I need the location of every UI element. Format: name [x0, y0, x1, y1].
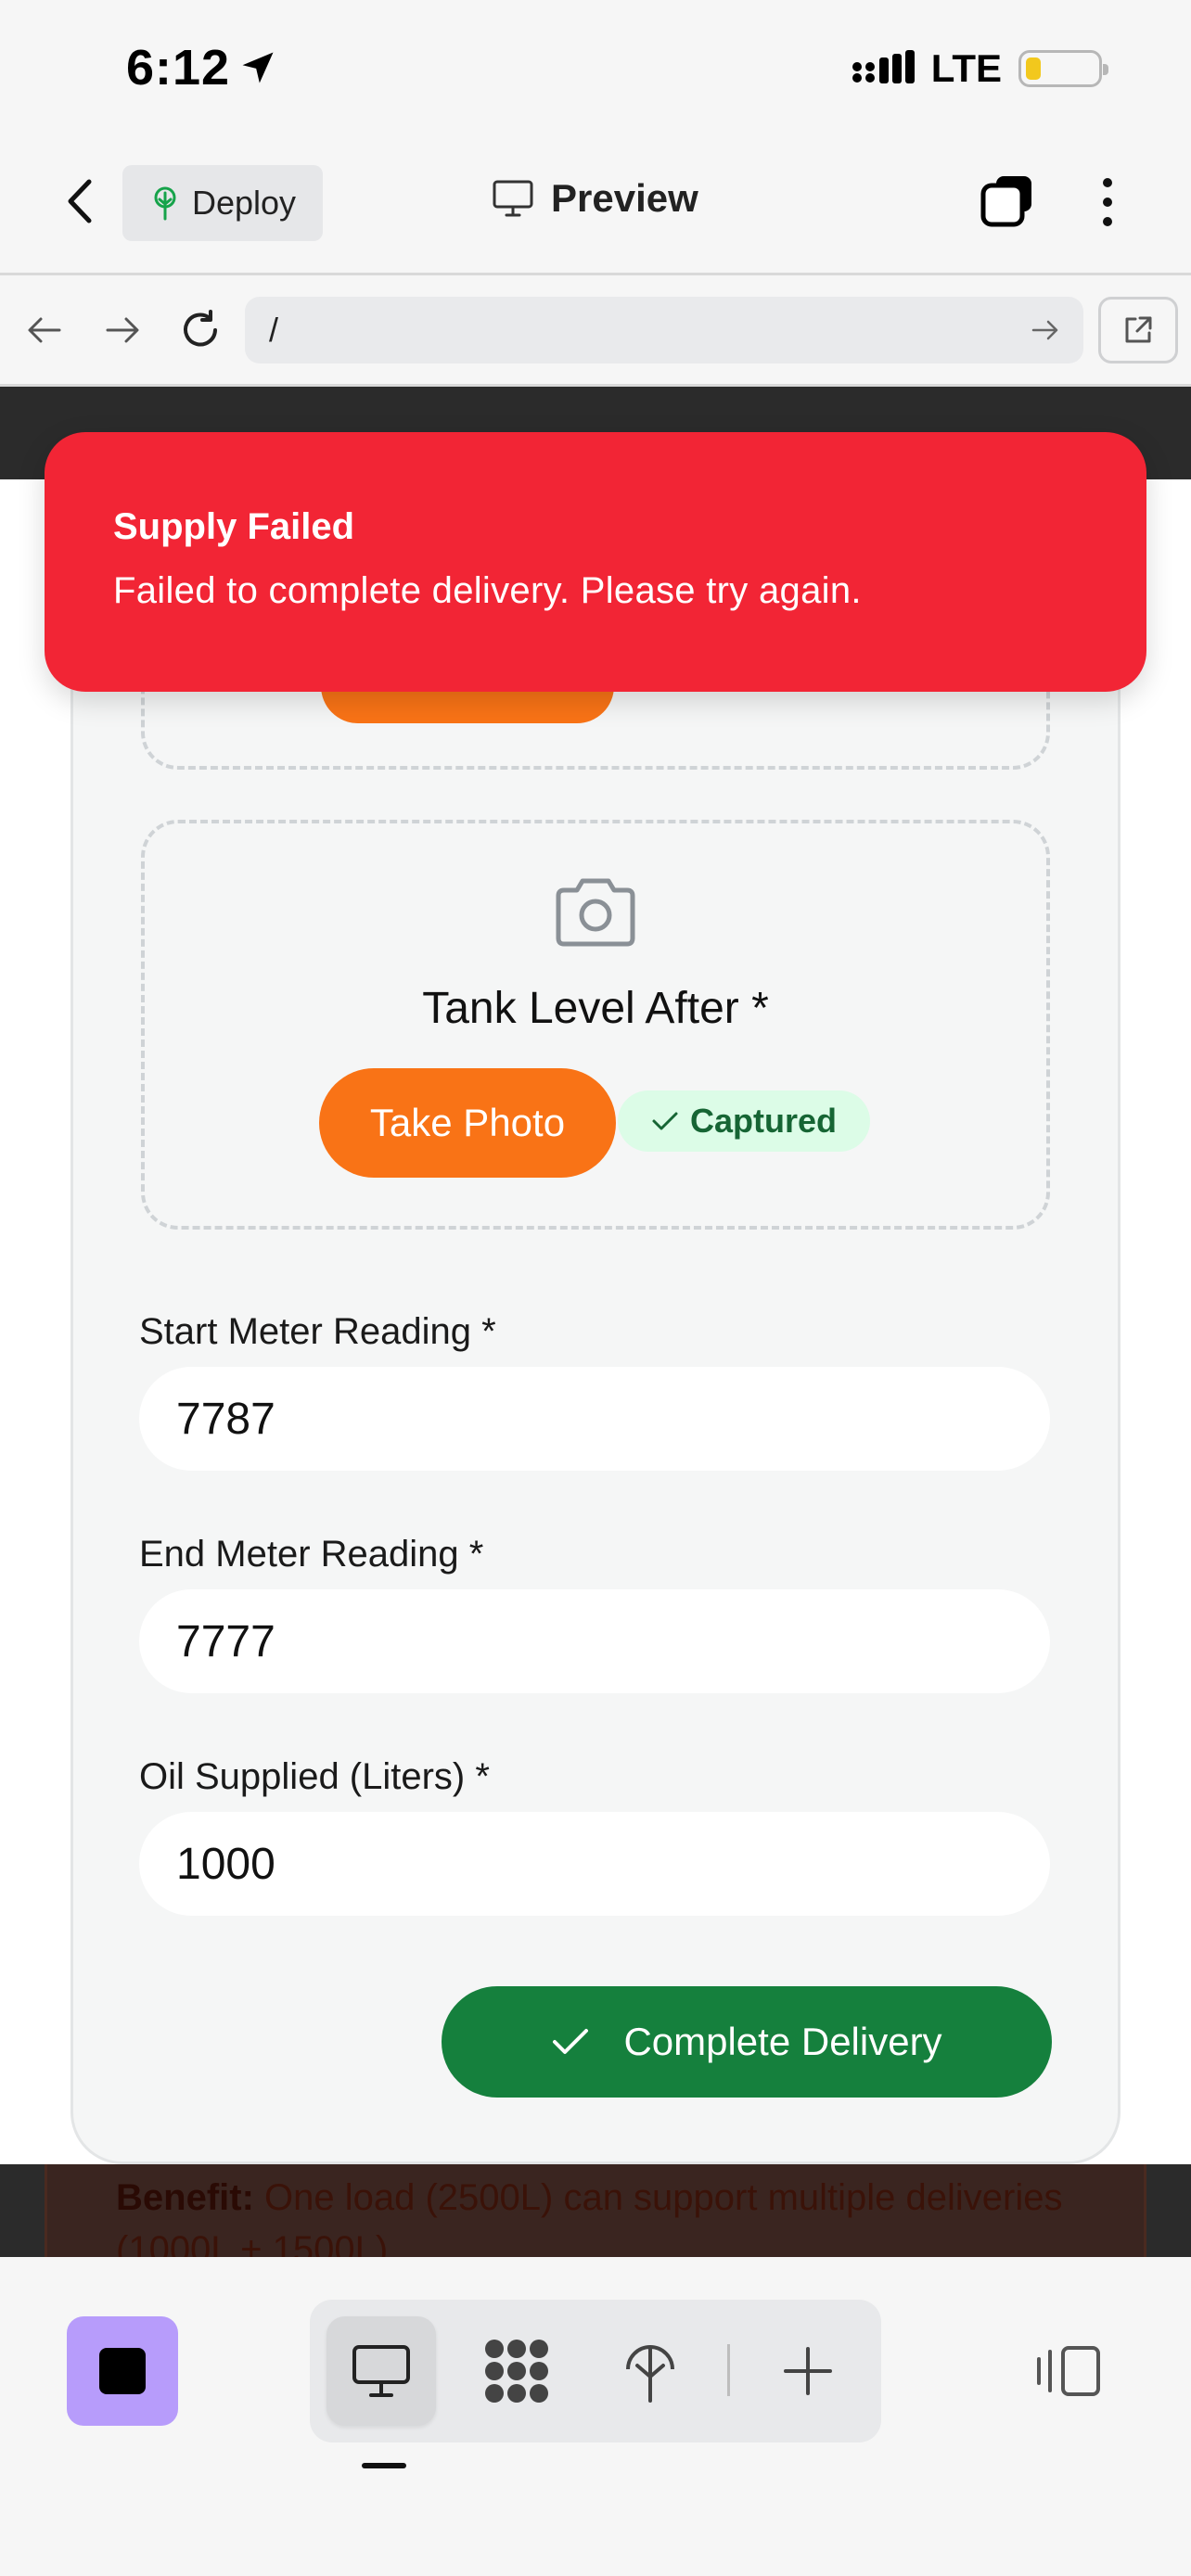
camera-icon [551, 875, 640, 950]
take-photo-button[interactable]: Take Photo [319, 1068, 616, 1178]
go-arrow-icon[interactable] [1031, 319, 1059, 341]
blob-grid-icon [485, 2340, 548, 2403]
stop-button[interactable] [67, 2316, 178, 2426]
tabs-button[interactable] [980, 172, 1035, 228]
code-tool-button[interactable] [462, 2316, 571, 2426]
start-meter-label: Start Meter Reading * [139, 1311, 496, 1352]
start-meter-input[interactable] [139, 1367, 1050, 1471]
oil-supplied-input[interactable] [139, 1812, 1050, 1916]
captured-badge: Captured [618, 1090, 870, 1152]
location-arrow-icon [242, 52, 274, 83]
deploy-label: Deploy [191, 184, 297, 222]
check-icon [553, 2029, 589, 2054]
plus-icon [784, 2347, 832, 2395]
status-indicators: LTE [852, 46, 1108, 91]
check-icon [652, 1112, 678, 1130]
tree-icon [154, 186, 176, 221]
tree-icon [626, 2345, 674, 2403]
monitor-icon [493, 180, 533, 217]
preview-tool-button[interactable] [327, 2316, 436, 2426]
add-tool-button[interactable] [753, 2316, 863, 2426]
stacked-squares-icon [980, 176, 1031, 227]
browser-forward-icon[interactable] [96, 304, 148, 356]
end-meter-input[interactable] [139, 1589, 1050, 1693]
deploy-tool-button[interactable] [596, 2316, 705, 2426]
complete-delivery-label: Complete Delivery [623, 2020, 942, 2063]
more-options-icon[interactable] [1091, 172, 1124, 232]
captured-label: Captured [689, 1102, 837, 1140]
chevron-left-icon [68, 179, 92, 223]
browser-back-icon[interactable] [19, 304, 70, 356]
external-link-icon [1125, 316, 1152, 343]
preview-toggle[interactable]: Preview [492, 176, 698, 221]
benefit-text: One load (2500L) can support multiple de… [116, 2177, 1063, 2270]
reload-icon[interactable] [174, 304, 226, 356]
open-external-button[interactable] [1098, 297, 1178, 363]
side-panel-icon [1037, 2346, 1100, 2396]
back-button[interactable] [56, 169, 102, 234]
preview-label: Preview [551, 176, 698, 220]
network-type: LTE [930, 46, 1002, 90]
toolbar-separator [727, 2344, 730, 2396]
battery-icon [1018, 50, 1108, 87]
stop-icon [99, 2348, 146, 2394]
error-toast[interactable]: Supply Failed Failed to complete deliver… [45, 432, 1146, 692]
toast-message: Failed to complete delivery. Please try … [113, 570, 862, 611]
url-bar[interactable]: / [245, 297, 1083, 363]
signal-icon [852, 50, 915, 83]
end-meter-label: End Meter Reading * [139, 1534, 484, 1575]
benefit-note: Benefit: One load (2500L) can support mu… [45, 2164, 1146, 2270]
monitor-icon [352, 2345, 410, 2397]
url-text: / [269, 311, 279, 349]
side-panel-button[interactable] [1035, 2344, 1102, 2398]
deploy-button[interactable]: Deploy [122, 165, 323, 241]
benefit-label: Benefit: [116, 2177, 254, 2218]
oil-supplied-label: Oil Supplied (Liters) * [139, 1756, 490, 1797]
toast-title: Supply Failed [113, 506, 355, 547]
tank-level-after-label: Tank Level After * [422, 984, 769, 1033]
status-time: 6:12 [126, 39, 278, 96]
active-tab-indicator [362, 2463, 406, 2468]
complete-delivery-button[interactable]: Complete Delivery [442, 1986, 1052, 2098]
